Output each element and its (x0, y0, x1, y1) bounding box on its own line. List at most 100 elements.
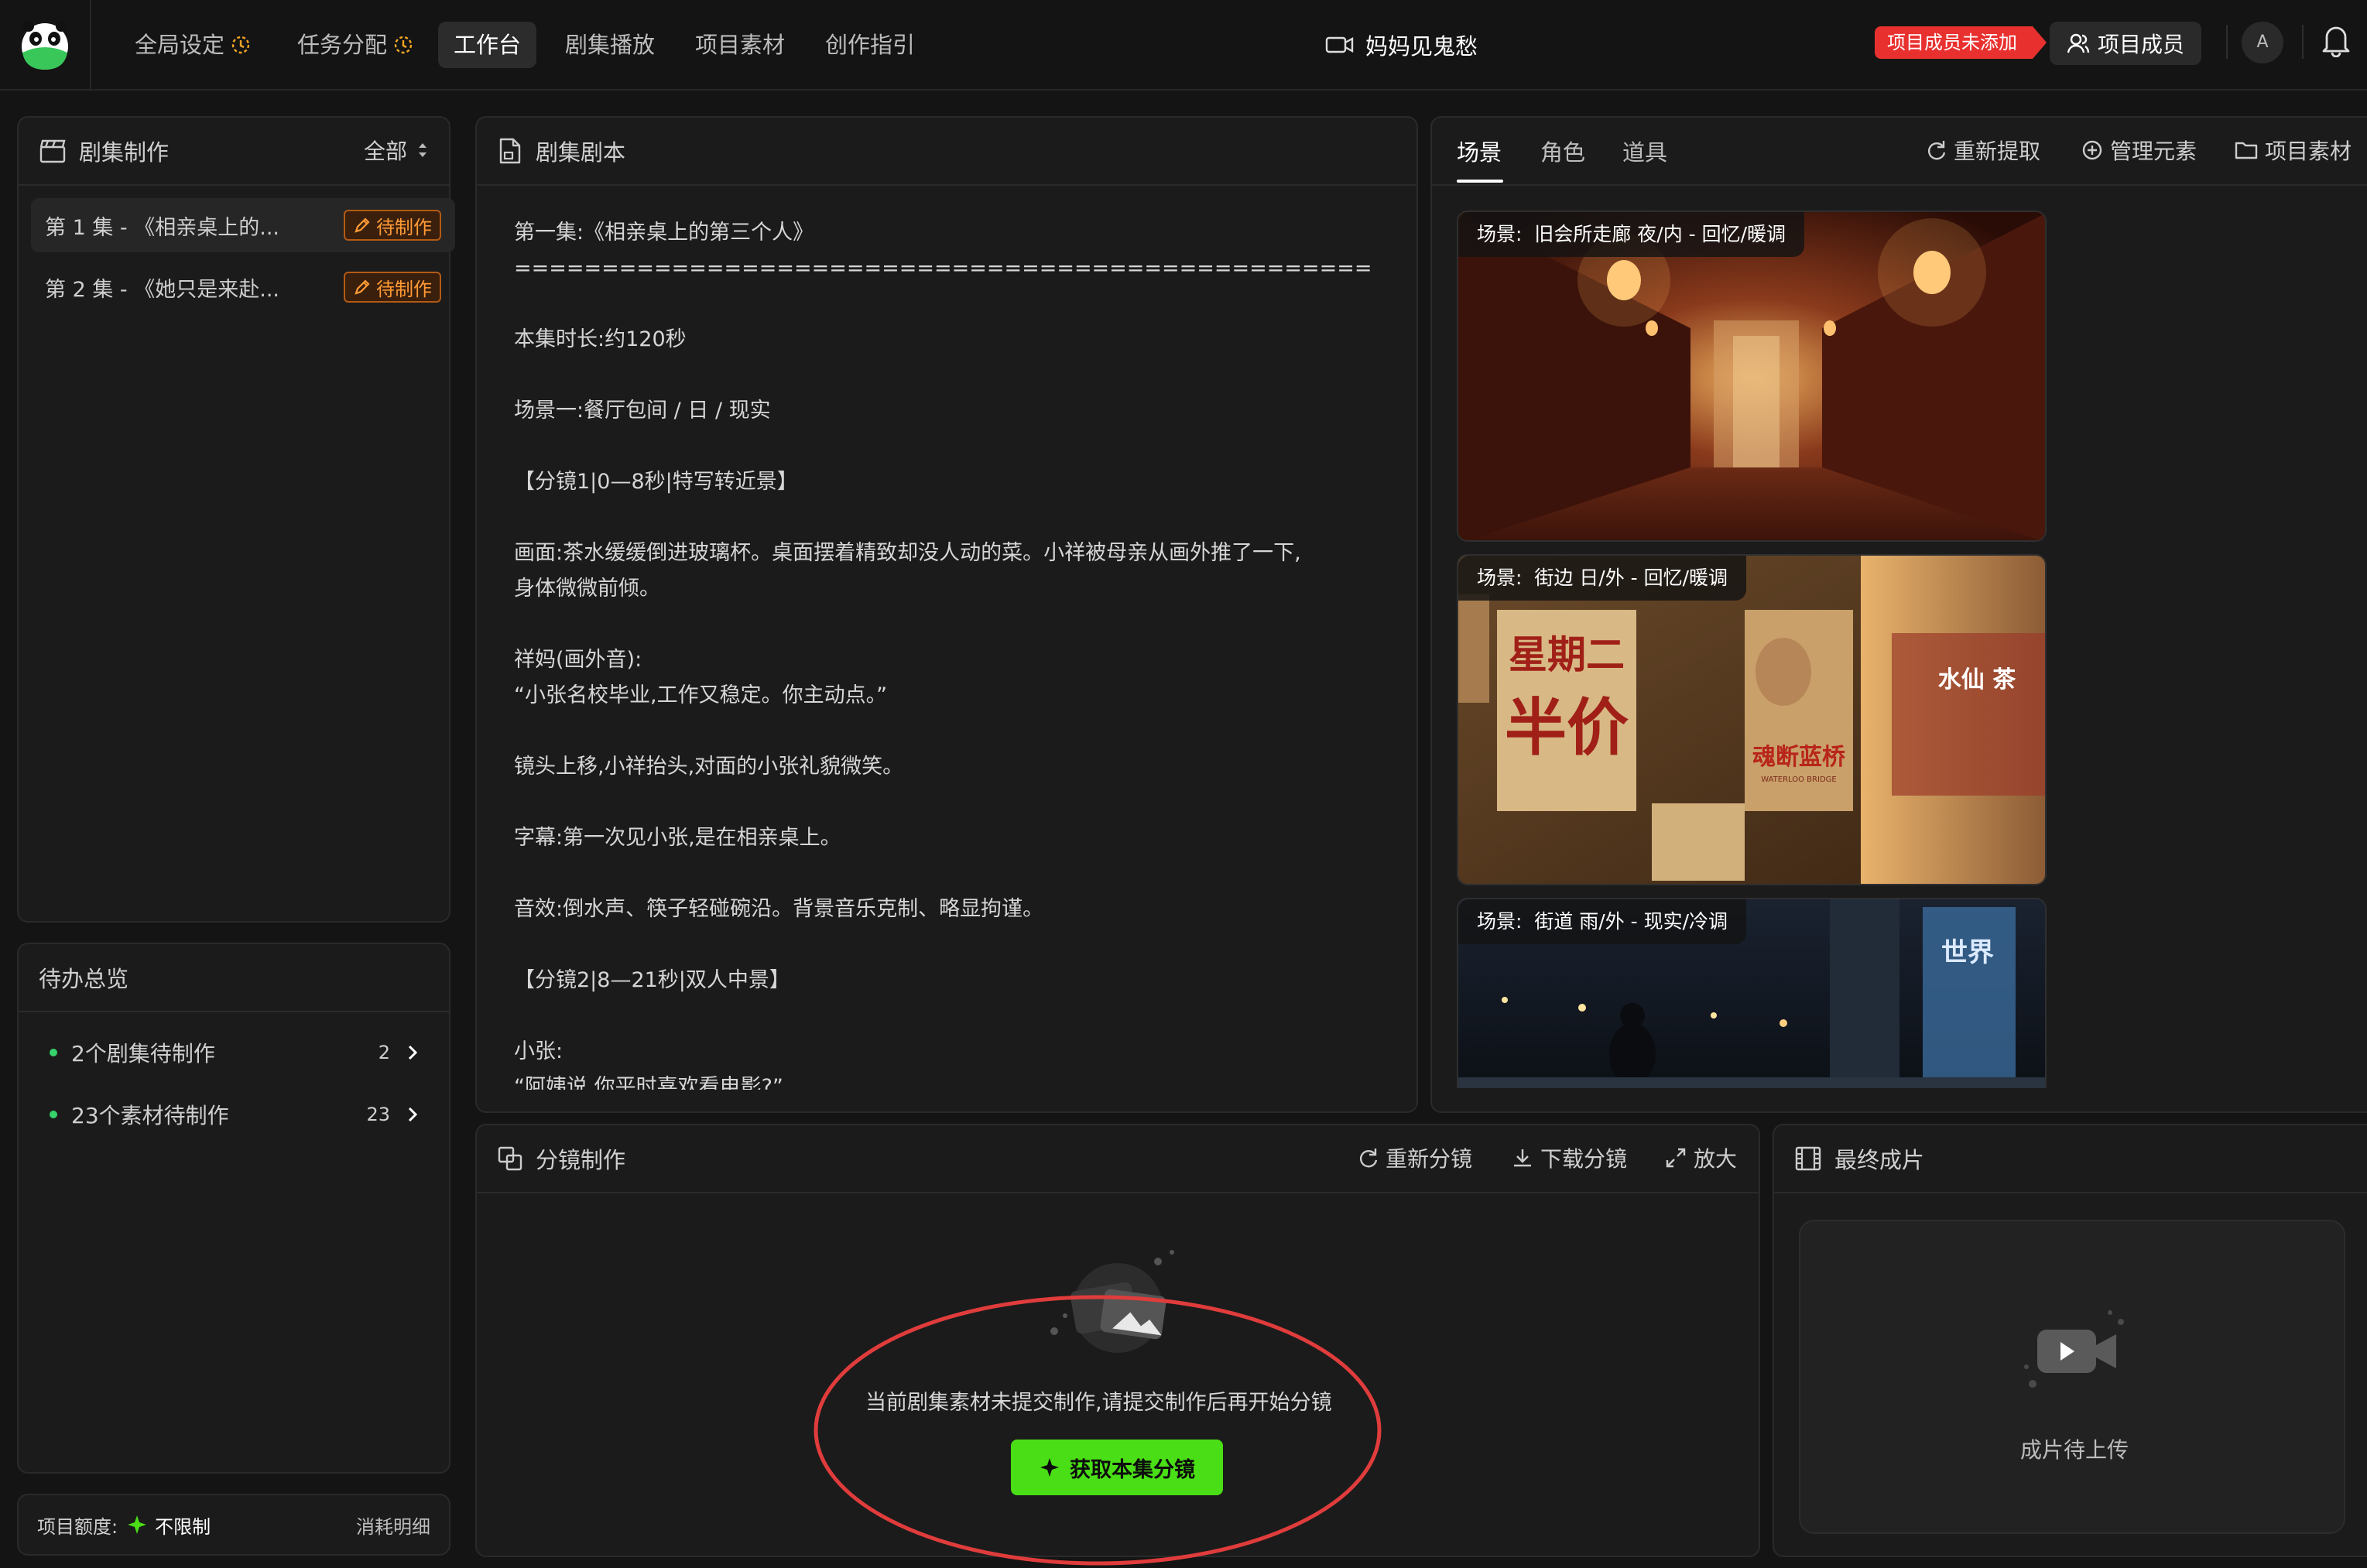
script-content[interactable]: 第一集:《相亲桌上的第三个人》 ========================… (514, 215, 1389, 1090)
tab-props[interactable]: 道具 (1622, 135, 1667, 167)
storyboard-title: 分镜制作 (536, 1147, 626, 1173)
nav-label: 剧集播放 (565, 32, 656, 58)
poster-film-title: 魂断蓝桥 (1752, 744, 1845, 771)
manage-elements-button[interactable]: 管理元素 (2081, 135, 2197, 166)
divider (2226, 25, 2228, 59)
film-strip-icon (1795, 1146, 1821, 1171)
nav-creation-guide[interactable]: 创作指引 (810, 22, 930, 68)
active-tab-indicator (1457, 180, 1503, 183)
nav-task-assignment[interactable]: 任务分配 (282, 22, 429, 68)
todo-count: 23 (366, 1104, 390, 1125)
scene-card-corridor[interactable]: 场景: 旧会所走廊 夜/内 - 回忆/暖调 (1457, 211, 2047, 542)
poster-weekday-text: 星期二 (1509, 632, 1625, 677)
episode-item-1[interactable]: 第 1 集 - 《相亲桌上的... 待制作 (31, 198, 455, 252)
nav-episode-playback[interactable]: 剧集播放 (550, 22, 670, 68)
episodes-filter-select[interactable]: 全部 (364, 135, 429, 166)
project-assets-button[interactable]: 项目素材 (2234, 135, 2352, 166)
nav-project-assets[interactable]: 项目素材 (680, 22, 800, 68)
episodes-panel: 剧集制作 全部 第 1 集 - 《相亲桌上的... 待制作 第 2 集 - 《她… (17, 116, 455, 923)
refresh-icon (1360, 1149, 1378, 1168)
status-dot (50, 1049, 57, 1056)
billboard-text: 世界 (1941, 937, 1994, 968)
member-warning-badge: 项目成员未添加 (1875, 26, 2047, 59)
scene-prefix: 场景: (1477, 223, 1523, 245)
panda-logo-icon (22, 20, 68, 70)
chevron-right-icon (408, 1045, 418, 1060)
todo-header: 待办总览 (19, 944, 449, 1012)
quota-panel: 项目额度: 不限制 消耗明细 (17, 1494, 450, 1556)
episode-item-2[interactable]: 第 2 集 - 《她只是来赴... 待制作 (31, 260, 455, 314)
tab-characters[interactable]: 角色 (1540, 135, 1585, 167)
scene-card-rainy-street[interactable]: 世界 场景: 街道 雨/外 - 现实/冷调 (1457, 898, 2047, 1088)
divider (2302, 25, 2304, 59)
pending-clock-icon (394, 36, 413, 54)
expand-icon (1666, 1148, 1686, 1168)
todo-title: 待办总览 (39, 966, 129, 992)
app-logo[interactable] (0, 0, 91, 91)
script-line: 第一集:《相亲桌上的第三个人》 ========================… (514, 221, 1372, 280)
scene-name: 街道 雨/外 - 现实/冷调 (1534, 910, 1728, 933)
todo-label: 2个剧集待制作 (71, 1041, 215, 1066)
nav-label: 项目素材 (695, 32, 786, 58)
script-line: 【分镜2|8—21秒|双人中景】 (514, 968, 790, 992)
filter-value: 全部 (363, 139, 407, 164)
pencil-icon (355, 217, 370, 233)
script-line: 小张: “阿姨说,你平时喜欢看电影?” (514, 1039, 783, 1090)
refresh-icon (1928, 141, 1946, 160)
episodes-title: 剧集制作 (79, 139, 170, 166)
todo-item-episodes[interactable]: 2个剧集待制作 2 (50, 1029, 418, 1076)
shop-sign-text: 水仙 茶 (1938, 666, 2016, 693)
script-line: 字幕:第一次见小张,是在相亲桌上。 (514, 826, 841, 850)
nav-workbench[interactable]: 工作台 (438, 22, 537, 68)
status-badge: 待制作 (344, 210, 441, 241)
poster-film-subtitle: WATERLOO BRIDGE (1761, 775, 1836, 784)
todo-panel: 待办总览 2个剧集待制作 2 23个素材待制作 23 (17, 943, 450, 1474)
divider (1430, 184, 2367, 186)
todo-count: 2 (378, 1042, 390, 1063)
quota-row: 项目额度: 不限制 消耗明细 (37, 1495, 430, 1554)
script-header: 剧集剧本 (477, 118, 1416, 186)
nav-label: 全局设定 (135, 32, 225, 58)
pending-clock-icon (231, 36, 250, 54)
expand-button[interactable]: 放大 (1664, 1142, 1737, 1173)
action-label: 重新分镜 (1386, 1146, 1473, 1172)
video-camera-placeholder-icon (2020, 1308, 2129, 1399)
user-avatar[interactable]: A (2242, 22, 2283, 63)
re-extract-button[interactable]: 重新提取 (1924, 135, 2040, 166)
final-video-title: 最终成片 (1834, 1147, 1925, 1173)
script-line: 祥妈(画外音): “小张名校毕业,工作又稳定。你主动点。” (514, 648, 888, 707)
episode-name: 第 2 集 - 《她只是来赴... (45, 277, 279, 302)
plus-circle-icon (2082, 140, 2102, 160)
script-line: 【分镜1|0—8秒|特写转近景】 (514, 470, 798, 494)
tab-scenes[interactable]: 场景 (1457, 135, 1502, 167)
scene-card-street[interactable]: 星期二 半价 魂断蓝桥 WATERLOO BRIDGE 水仙 茶 场景: 街边 … (1457, 554, 2047, 885)
scene-prefix: 场景: (1477, 910, 1523, 933)
download-storyboard-button[interactable]: 下载分镜 (1511, 1142, 1627, 1173)
project-name: 妈妈见鬼愁 (1365, 33, 1478, 60)
quota-value: 不限制 (155, 1515, 211, 1538)
scene-label: 场景: 旧会所走廊 夜/内 - 回忆/暖调 (1458, 212, 1805, 257)
scene-prefix: 场景: (1477, 567, 1523, 589)
project-members-button[interactable]: 项目成员 (2050, 22, 2202, 65)
episode-name: 第 1 集 - 《相亲桌上的... (45, 215, 279, 240)
action-label: 重新提取 (1954, 139, 2041, 164)
notification-bell-icon[interactable] (2321, 23, 2352, 63)
script-document-icon (499, 138, 521, 164)
nav-label: 任务分配 (297, 32, 388, 58)
nav-global-settings[interactable]: 全局设定 (119, 22, 266, 68)
re-storyboard-button[interactable]: 重新分镜 (1356, 1142, 1472, 1173)
todo-item-assets[interactable]: 23个素材待制作 23 (50, 1091, 418, 1138)
chevron-right-icon (408, 1107, 418, 1122)
script-line: 本集时长:约120秒 (514, 327, 687, 351)
clapperboard-icon (39, 139, 66, 163)
scene-name: 街边 日/外 - 回忆/暖调 (1534, 567, 1728, 589)
scene-thumbnail-street: 星期二 半价 魂断蓝桥 WATERLOO BRIDGE 水仙 茶 (1458, 556, 2045, 884)
usage-detail-link[interactable]: 消耗明细 (356, 1512, 430, 1539)
nav-label: 工作台 (454, 32, 522, 58)
status-badge: 待制作 (344, 272, 441, 303)
sort-arrows-icon (419, 143, 426, 157)
script-line: 场景一:餐厅包间 / 日 / 现实 (514, 399, 771, 423)
storyboard-icon (498, 1146, 522, 1171)
scene-name: 旧会所走廊 夜/内 - 回忆/暖调 (1534, 223, 1786, 245)
folder-icon (2235, 142, 2258, 159)
